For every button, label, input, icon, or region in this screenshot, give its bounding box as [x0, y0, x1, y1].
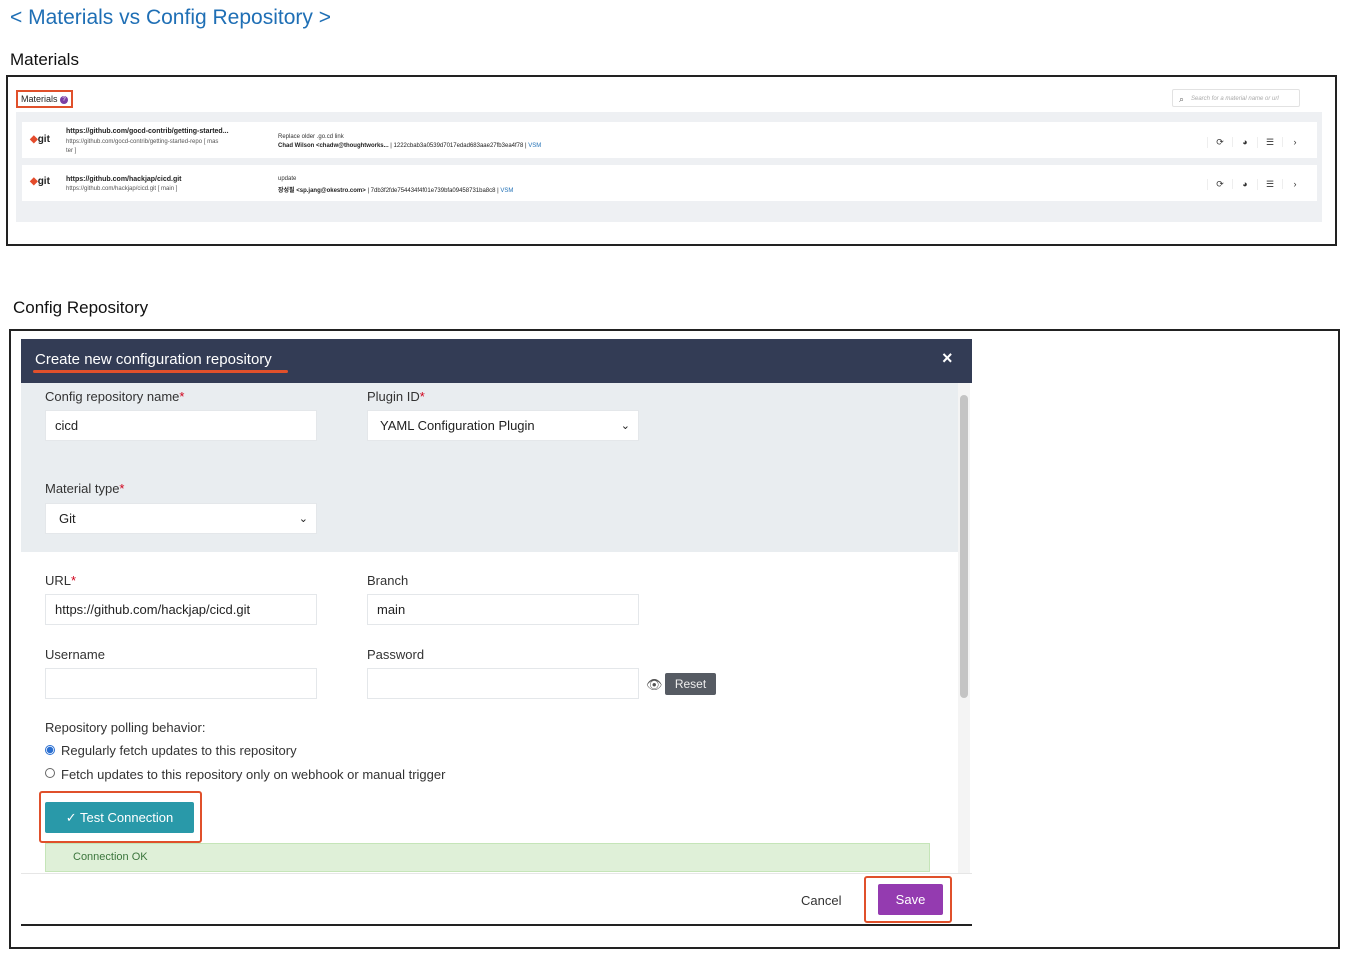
url-input[interactable]: https://github.com/hackjap/cicd.git: [45, 594, 317, 625]
list-icon[interactable]: ☰: [1257, 179, 1282, 190]
vsm-link[interactable]: VSM: [528, 143, 541, 149]
check-icon: ✓: [65, 810, 77, 825]
material-actions: ⟳ ◕ ☰ ›: [1207, 137, 1307, 148]
test-connection-label: Test Connection: [80, 810, 174, 825]
config-section-label: Config Repository: [13, 298, 149, 317]
commit-revision: Chad Wilson <chadw@thoughtworks... | 122…: [278, 143, 542, 149]
materials-panel-heading: Materials ?: [16, 90, 74, 108]
git-logo-icon: ◆git: [30, 176, 50, 187]
material-url: https://github.com/hackjap/cicd.git [ ma…: [66, 186, 178, 192]
material-url: https://github.com/gocd-contrib/getting-…: [66, 139, 219, 145]
commit-message: Replace older .go.cd link: [278, 134, 344, 140]
polling-webhook-label[interactable]: Fetch updates to this repository only on…: [61, 767, 445, 782]
config-name-input[interactable]: cicd: [45, 410, 317, 441]
test-connection-button[interactable]: ✓ Test Connection: [45, 802, 194, 833]
username-label: Username: [45, 647, 105, 662]
material-url-cont: ter ]: [66, 148, 77, 154]
cancel-button[interactable]: Cancel: [801, 893, 841, 908]
save-button[interactable]: Save: [878, 884, 943, 915]
page-nav-title[interactable]: < Materials vs Config Repository >: [10, 6, 331, 30]
materials-section-label: Materials: [10, 50, 79, 69]
commit-message: update: [278, 176, 297, 182]
eye-icon[interactable]: 👁: [646, 677, 663, 693]
plugin-id-value: YAML Configuration Plugin: [380, 418, 535, 433]
list-icon[interactable]: ☰: [1257, 137, 1282, 148]
material-actions: ⟳ ◕ ☰ ›: [1207, 179, 1307, 190]
material-name: https://github.com/gocd-contrib/getting-…: [66, 128, 229, 135]
material-type-select[interactable]: Git ⌄: [45, 503, 317, 534]
polling-webhook-radio[interactable]: [45, 768, 55, 778]
material-name: https://github.com/hackjap/cicd.git: [66, 176, 182, 183]
chevron-down-icon: ⌄: [620, 420, 630, 432]
polling-regular-label[interactable]: Regularly fetch updates to this reposito…: [61, 743, 297, 758]
refresh-icon[interactable]: ⟳: [1207, 179, 1232, 190]
reset-button[interactable]: Reset: [665, 673, 716, 695]
plugin-id-label: Plugin ID*: [367, 389, 425, 404]
url-label: URL*: [45, 573, 77, 588]
question-icon[interactable]: ?: [60, 95, 69, 104]
password-label: Password: [367, 647, 425, 662]
commit-revision: 장성필 <sp.jang@okestro.com> | 7db3f2fde754…: [278, 188, 514, 194]
chevron-down-icon: ⌄: [298, 513, 308, 525]
polling-label: Repository polling behavior:: [45, 720, 206, 735]
refresh-icon[interactable]: ⟳: [1207, 137, 1232, 148]
title-highlight: [33, 370, 288, 373]
scrollbar-thumb[interactable]: [960, 395, 968, 698]
modal-bottom-border: [21, 924, 972, 926]
material-type-value: Git: [59, 511, 76, 526]
usage-icon[interactable]: ◕: [1232, 179, 1257, 189]
config-name-label: Config repository name*: [45, 389, 185, 404]
material-search-placeholder: Search for a material name or url: [1191, 96, 1279, 102]
username-input[interactable]: [45, 668, 317, 699]
vsm-link[interactable]: VSM: [500, 188, 513, 194]
search-icon: ⌕: [1179, 94, 1185, 104]
chevron-right-icon[interactable]: ›: [1282, 137, 1307, 147]
branch-label: Branch: [367, 573, 409, 588]
material-search-input[interactable]: ⌕ Search for a material name or url: [1172, 89, 1300, 107]
branch-input[interactable]: main: [367, 594, 639, 625]
material-row: [22, 165, 1317, 201]
git-logo-icon: ◆git: [30, 134, 50, 145]
connection-status-alert: Connection OK: [45, 843, 930, 872]
chevron-right-icon[interactable]: ›: [1282, 179, 1307, 189]
close-icon[interactable]: ×: [942, 348, 953, 369]
password-input[interactable]: [367, 668, 639, 699]
usage-icon[interactable]: ◕: [1232, 137, 1257, 147]
polling-regular-radio[interactable]: [45, 745, 55, 755]
materials-heading-text: Materials: [21, 94, 58, 104]
modal-footer-divider: [21, 873, 972, 874]
modal-title: Create new configuration repository: [35, 351, 272, 368]
plugin-id-select[interactable]: YAML Configuration Plugin ⌄: [367, 410, 639, 441]
material-type-label: Material type*: [45, 481, 125, 496]
